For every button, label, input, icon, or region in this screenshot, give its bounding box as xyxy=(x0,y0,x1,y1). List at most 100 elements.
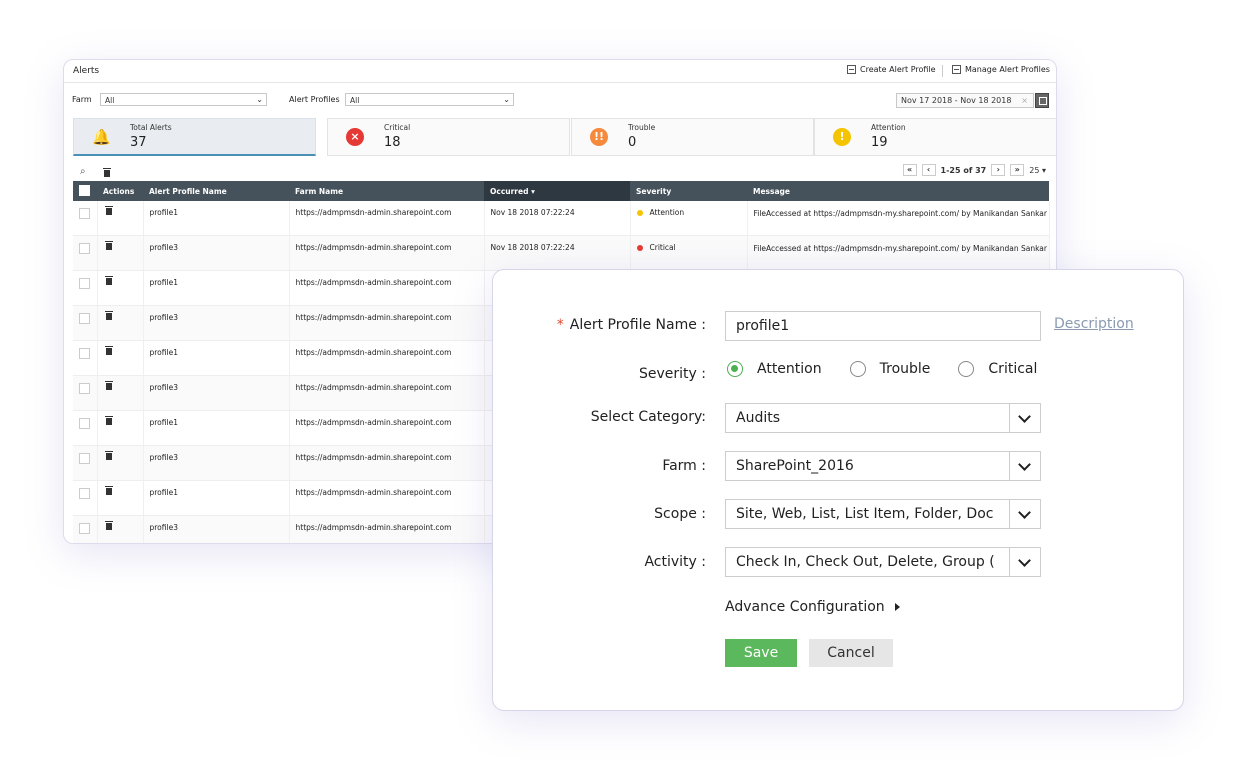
farm-select[interactable]: SharePoint_2016 xyxy=(725,451,1041,481)
trash-icon[interactable] xyxy=(103,168,111,177)
profile-name-label: * Alert Profile Name : xyxy=(556,317,706,333)
cell-farm: https://admpmsdn-admin.sharepoint.com xyxy=(289,340,485,376)
severity-label: Severity : xyxy=(639,366,706,382)
stat-trouble[interactable]: !! Trouble 0 xyxy=(571,118,814,156)
cell-profile: profile3 xyxy=(143,235,290,271)
create-alert-profile-link[interactable]: Create Alert Profile xyxy=(847,65,936,74)
severity-attention-radio[interactable] xyxy=(727,361,743,377)
alert-profiles-filter-select[interactable]: All ⌄ xyxy=(345,93,514,106)
col-profile-name[interactable]: Alert Profile Name xyxy=(143,181,289,201)
col-severity[interactable]: Severity xyxy=(630,181,747,201)
cell-farm: https://admpmsdn-admin.sharepoint.com xyxy=(289,201,485,236)
alerts-title: Alerts xyxy=(73,66,100,76)
search-icon[interactable]: ⌕ xyxy=(80,166,86,177)
title-separator xyxy=(942,65,943,77)
page-range: 1-25 of 37 xyxy=(940,165,987,175)
cell-farm: https://admpmsdn-admin.sharepoint.com xyxy=(289,270,485,306)
profile-name-input[interactable]: profile1 xyxy=(725,311,1041,341)
trash-icon[interactable] xyxy=(104,241,113,250)
cell-severity: Critical xyxy=(630,235,748,271)
cell-farm: https://admpmsdn-admin.sharepoint.com xyxy=(289,515,485,543)
cell-farm: https://admpmsdn-admin.sharepoint.com xyxy=(289,480,485,516)
trash-icon[interactable] xyxy=(104,346,113,355)
bell-icon: 🔔 xyxy=(92,128,111,146)
trash-icon[interactable] xyxy=(104,381,113,390)
cell-profile: profile1 xyxy=(143,480,290,516)
row-checkbox[interactable] xyxy=(79,488,90,499)
col-message[interactable]: Message xyxy=(747,181,1049,201)
stat-total-alerts[interactable]: 🔔 Total Alerts 37 xyxy=(73,118,316,156)
cell-message: FileAccessed at https://admpmsdn-my.shar… xyxy=(747,201,1050,236)
row-checkbox[interactable] xyxy=(79,208,90,219)
trash-icon[interactable] xyxy=(104,486,113,495)
trash-icon[interactable] xyxy=(104,276,113,285)
cell-farm: https://admpmsdn-admin.sharepoint.com xyxy=(289,410,485,446)
chevron-down-icon xyxy=(1009,548,1040,576)
chevron-down-icon xyxy=(1009,500,1040,528)
chevron-down-icon: ⌄ xyxy=(503,95,510,104)
description-link[interactable]: Description xyxy=(1054,316,1134,332)
calendar-icon[interactable] xyxy=(1035,93,1049,108)
row-checkbox[interactable] xyxy=(79,383,90,394)
farm-filter-label: Farm xyxy=(72,95,92,104)
table-row[interactable]: profile1 https://admpmsdn-admin.sharepoi… xyxy=(73,201,1050,236)
manage-profiles-icon xyxy=(952,65,961,74)
cell-profile: profile3 xyxy=(143,445,290,481)
trouble-icon: !! xyxy=(590,128,608,146)
trash-icon[interactable] xyxy=(104,206,113,215)
severity-trouble-radio[interactable] xyxy=(849,361,866,377)
farm-filter-select[interactable]: All ⌄ xyxy=(100,93,267,106)
save-button[interactable]: Save xyxy=(725,639,797,667)
page-size-select[interactable]: 25 ▾ xyxy=(1029,166,1046,175)
cancel-button[interactable]: Cancel xyxy=(809,639,893,667)
cell-profile: profile3 xyxy=(143,375,290,411)
row-checkbox[interactable] xyxy=(79,523,90,534)
cell-farm: https://admpmsdn-admin.sharepoint.com xyxy=(289,235,485,271)
cell-profile: profile3 xyxy=(143,515,290,543)
col-farm-name[interactable]: Farm Name xyxy=(289,181,484,201)
caret-right-icon xyxy=(894,603,900,611)
scope-label: Scope : xyxy=(654,506,706,522)
scope-select[interactable]: Site, Web, List, List Item, Folder, Doc xyxy=(725,499,1041,529)
first-page-icon[interactable]: « xyxy=(902,164,917,176)
row-checkbox[interactable] xyxy=(79,243,90,254)
row-checkbox[interactable] xyxy=(79,348,90,359)
stat-attention[interactable]: ! Attention 19 xyxy=(814,118,1056,156)
trash-icon[interactable] xyxy=(104,311,113,320)
col-actions: Actions xyxy=(97,181,143,201)
category-select[interactable]: Audits xyxy=(725,403,1041,433)
row-checkbox[interactable] xyxy=(79,278,90,289)
activity-label: Activity : xyxy=(644,554,706,570)
table-row[interactable]: profile3 https://admpmsdn-admin.sharepoi… xyxy=(73,235,1050,271)
stat-critical[interactable]: × Critical 18 xyxy=(327,118,570,156)
cell-severity: Attention xyxy=(630,201,748,236)
category-label: Select Category: xyxy=(590,409,706,425)
row-checkbox[interactable] xyxy=(79,418,90,429)
advance-configuration-toggle[interactable]: Advance Configuration xyxy=(725,599,900,615)
cell-profile: profile1 xyxy=(143,270,290,306)
trash-icon[interactable] xyxy=(104,416,113,425)
manage-alert-profiles-link[interactable]: Manage Alert Profiles xyxy=(952,65,1050,74)
attention-icon: ! xyxy=(833,128,851,146)
row-checkbox[interactable] xyxy=(79,453,90,464)
farm-label: Farm : xyxy=(662,458,706,474)
filter-row: Farm All ⌄ Alert Profiles All ⌄ Nov 17 2… xyxy=(64,92,1056,108)
prev-page-icon[interactable]: ‹ xyxy=(921,164,936,176)
activity-select[interactable]: Check In, Check Out, Delete, Group ( xyxy=(725,547,1041,577)
clear-date-icon[interactable]: × xyxy=(1021,96,1028,105)
cell-profile: profile1 xyxy=(143,340,290,376)
row-checkbox[interactable] xyxy=(79,313,90,324)
next-page-icon[interactable]: › xyxy=(991,164,1006,176)
sort-desc-icon: ▾ xyxy=(531,186,535,196)
date-range-input[interactable]: Nov 17 2018 - Nov 18 2018 × xyxy=(896,93,1034,108)
last-page-icon[interactable]: » xyxy=(1010,164,1025,176)
chevron-down-icon: ⌄ xyxy=(256,95,263,104)
cell-profile: profile1 xyxy=(143,410,290,446)
select-all-checkbox[interactable] xyxy=(73,181,97,201)
chevron-down-icon xyxy=(1009,404,1040,432)
col-occurred[interactable]: Occurred ▾ xyxy=(484,181,630,201)
severity-critical-radio[interactable] xyxy=(958,361,975,377)
alerts-title-bar: Alerts Create Alert Profile Manage Alert… xyxy=(64,60,1056,83)
trash-icon[interactable] xyxy=(104,521,113,530)
trash-icon[interactable] xyxy=(104,451,113,460)
